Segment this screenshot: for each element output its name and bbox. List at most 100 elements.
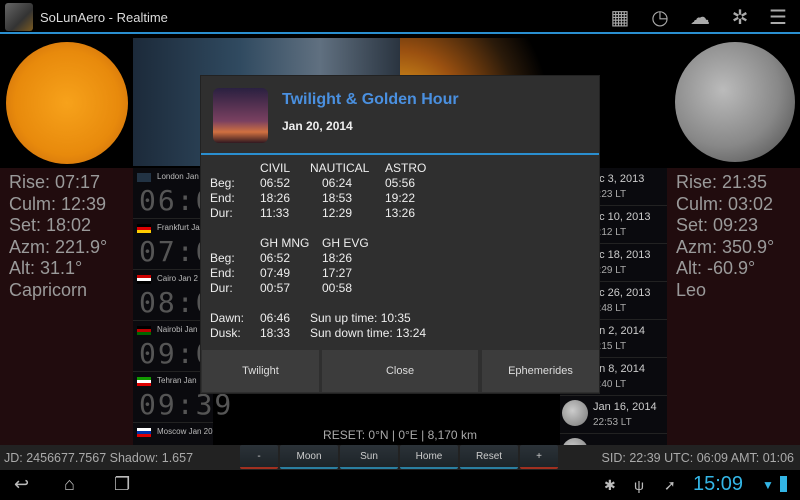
value: 19:22: [385, 191, 416, 205]
moon-image[interactable]: [667, 38, 800, 166]
moon-phase-icon: [562, 400, 588, 426]
value: 18:26: [260, 191, 291, 205]
dawn-value: 06:46: [260, 311, 291, 325]
dialog-date: Jan 20, 2014: [282, 119, 353, 133]
reset-button[interactable]: Reset: [460, 445, 518, 469]
home-button[interactable]: Home: [400, 445, 458, 469]
phase-row[interactable]: [560, 434, 667, 445]
zoom-in-button[interactable]: +: [520, 445, 558, 469]
city-label: Cairo Jan 2: [157, 274, 198, 283]
value: 06:52: [260, 251, 291, 265]
moon-phase-icon: [562, 438, 588, 445]
row-label: End:: [210, 191, 235, 205]
sun-culm: Culm: 12:39: [9, 193, 107, 214]
close-button[interactable]: Close: [322, 350, 478, 392]
gps-icon: ➚: [664, 477, 676, 493]
dialog-title: Twilight & Golden Hour: [282, 91, 459, 108]
observatory-icon: [213, 88, 268, 143]
row-label: Beg:: [210, 251, 235, 265]
dusk-value: 18:33: [260, 326, 291, 340]
cloud-icon[interactable]: ☁: [688, 6, 712, 30]
moon-culm: Culm: 03:02: [676, 193, 774, 214]
moon-set: Set: 09:23: [676, 215, 759, 235]
flag-ir-icon: [137, 377, 151, 386]
flag-uk-icon: [137, 173, 151, 182]
moon-button[interactable]: Moon: [280, 445, 338, 469]
value: 18:26: [322, 251, 353, 265]
sun-altitude: Alt: 31.1°: [9, 258, 83, 278]
twilight-dialog: Twilight & Golden Hour Jan 20, 2014 CIVI…: [200, 75, 600, 394]
moon-info-panel: Rise: 21:35 Culm: 03:02 Set: 09:23 Azm: …: [667, 168, 800, 445]
sun-set: Set: 18:02: [9, 215, 92, 235]
value: 11:33: [260, 206, 290, 220]
row-label: Dur:: [210, 206, 233, 220]
sun-up-time: Sun up time: 10:35: [310, 311, 411, 325]
value: 06:52: [260, 176, 291, 190]
city-label: Frankfurt Ja: [157, 223, 200, 232]
clock-icon[interactable]: ◷: [648, 6, 672, 30]
zoom-out-button[interactable]: -: [240, 445, 278, 469]
phase-date: an 2, 2014: [593, 325, 645, 337]
value: 00:58: [322, 281, 353, 295]
row-label: End:: [210, 266, 235, 280]
value: 17:27: [322, 266, 353, 280]
sun-button[interactable]: Sun: [340, 445, 398, 469]
value: 07:49: [260, 266, 291, 280]
android-debug-icon: ✱: [604, 477, 616, 493]
city-label: Moscow Jan 20: [157, 427, 213, 436]
col-header: ASTRO: [385, 161, 427, 175]
system-clock: 15:09: [693, 473, 744, 495]
settings-sliders-icon[interactable]: ☰: [766, 6, 790, 30]
phase-date: ec 10, 2013: [593, 211, 651, 223]
phase-date: an 8, 2014: [593, 363, 645, 375]
flag-eg-icon: [137, 275, 151, 284]
moon-altitude: Alt: -60.9°: [676, 258, 756, 278]
sun-sign: Capricorn: [9, 279, 88, 300]
col-header: NAUTICAL: [310, 161, 370, 175]
value: 05:56: [385, 176, 416, 190]
usb-icon: ψ: [634, 477, 644, 493]
calendar-icon[interactable]: ▦: [608, 6, 632, 30]
dusk-label: Dusk:: [210, 326, 241, 340]
value: 12:29: [322, 206, 353, 220]
recents-icon[interactable]: ❐: [114, 474, 130, 495]
city-label: London Jan: [157, 172, 199, 181]
wifi-icon: ▼: [762, 478, 774, 492]
col-header: GH MNG: [260, 236, 310, 250]
phase-date: ec 26, 2013: [593, 287, 651, 299]
julian-date: JD: 2456677.7567 Shadow: 1.657: [4, 451, 194, 465]
home-icon[interactable]: ⌂: [64, 474, 75, 495]
twilight-button[interactable]: Twilight: [202, 350, 319, 392]
row-label: Beg:: [210, 176, 235, 190]
value: 13:26: [385, 206, 416, 220]
sun-info-panel: Rise: 07:17 Culm: 12:39 Set: 18:02 Azm: …: [0, 168, 133, 445]
divider: [201, 153, 599, 155]
row-label: Dur:: [210, 281, 233, 295]
value: 18:53: [322, 191, 353, 205]
satellite-icon[interactable]: ✲: [728, 6, 752, 30]
ephemerides-button[interactable]: Ephemerides: [482, 350, 599, 392]
app-title: SoLunAero - Realtime: [40, 10, 168, 25]
phase-date: ec 18, 2013: [593, 249, 651, 261]
phase-time: 22:53 LT: [593, 417, 632, 428]
map-reset-info: RESET: 0°N | 0°E | 8,170 km: [323, 428, 477, 442]
sun-rise: Rise: 07:17: [9, 172, 101, 192]
dawn-label: Dawn:: [210, 311, 245, 325]
value: 06:24: [322, 176, 353, 190]
col-header: GH EVG: [322, 236, 369, 250]
flag-ru-icon: [137, 428, 151, 437]
time-readout: SID: 22:39 UTC: 06:09 AMT: 01:06: [601, 451, 794, 465]
city-label: Nairobi Jan: [157, 325, 198, 334]
app-icon[interactable]: [5, 3, 33, 31]
sun-image[interactable]: [0, 38, 133, 166]
value: 00:57: [260, 281, 291, 295]
sun-azimuth: Azm: 221.9°: [9, 236, 108, 257]
phase-date: Jan 16, 2014: [593, 401, 657, 413]
back-icon[interactable]: ↩: [14, 474, 29, 495]
city-label: Tehran Jan: [157, 376, 197, 385]
phase-row[interactable]: Jan 16, 2014 22:53 LT: [560, 396, 667, 434]
moon-rise: Rise: 21:35: [676, 172, 768, 192]
moon-azimuth: Azm: 350.9°: [676, 236, 775, 257]
moon-sign: Leo: [676, 279, 707, 300]
phase-date: ec 3, 2013: [593, 173, 645, 185]
